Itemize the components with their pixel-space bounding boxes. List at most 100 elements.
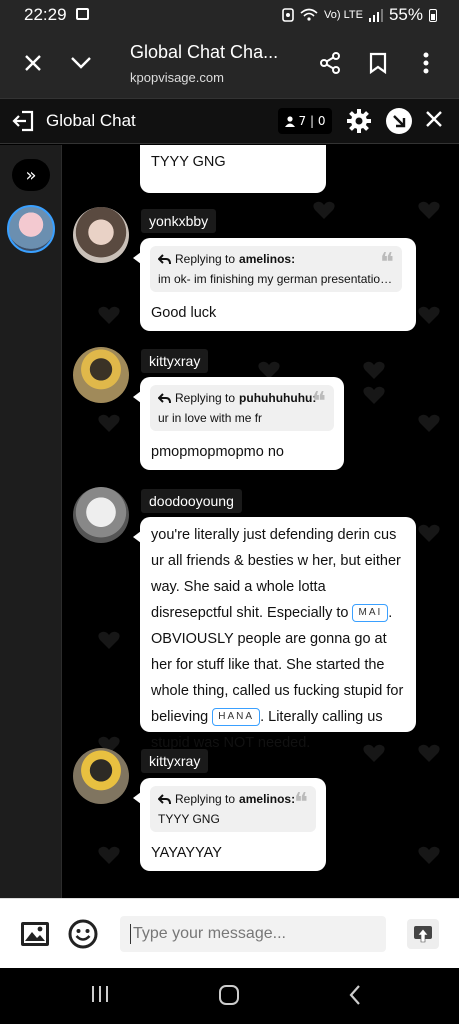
- heart-icon: [418, 414, 440, 432]
- my-avatar[interactable]: [7, 205, 55, 253]
- more-vertical-icon: [423, 52, 429, 74]
- user-avatar[interactable]: [73, 748, 129, 804]
- data-saver-icon: [282, 8, 294, 22]
- home-icon: [219, 985, 239, 1005]
- system-nav-bar: [0, 968, 459, 1024]
- user-avatar[interactable]: [73, 207, 129, 263]
- clock: 22:29: [24, 5, 67, 24]
- heart-icon: [98, 846, 120, 864]
- user-mention[interactable]: HANA: [212, 708, 261, 727]
- message-list[interactable]: TYYY GNG yonkxbby Replying to amelinos: …: [63, 145, 459, 898]
- double-chevron-right-icon: »: [25, 164, 37, 186]
- page-url: kpopvisage.com: [130, 70, 224, 85]
- battery-percent: 55%: [388, 5, 423, 24]
- exit-chat-button[interactable]: [12, 110, 36, 136]
- gallery-notification-icon: [76, 8, 89, 20]
- reply-header: Replying to amelinos:: [158, 792, 308, 806]
- username[interactable]: doodooyoung: [141, 489, 242, 513]
- battery-icon: [429, 8, 437, 22]
- back-button[interactable]: [348, 984, 362, 1010]
- message-text: pmopmopmopmo no: [151, 444, 284, 460]
- heart-icon: [418, 201, 440, 219]
- reply-user: amelinos:: [239, 792, 296, 806]
- bookmark-icon: [369, 52, 387, 74]
- reply-text: TYYY GNG: [158, 812, 220, 826]
- message-input[interactable]: Type your message...: [120, 916, 386, 952]
- recent-apps-icon: [92, 986, 108, 1002]
- username[interactable]: yonkxbby: [141, 209, 217, 233]
- reply-quote[interactable]: Replying to amelinos: TYYY GNG ❝: [150, 786, 316, 832]
- heart-icon: [363, 386, 385, 404]
- heart-icon: [98, 631, 120, 649]
- expand-sidebar-button[interactable]: »: [12, 159, 50, 191]
- message-text: TYYY GNG: [151, 154, 226, 170]
- user-sidebar: »: [0, 145, 62, 898]
- upload-arrow-icon: [414, 926, 432, 943]
- attach-image-button[interactable]: [20, 921, 50, 951]
- message-bubble[interactable]: Replying to amelinos: im ok- im finishin…: [133, 238, 416, 331]
- user-mention[interactable]: MAI: [352, 604, 389, 623]
- send-button[interactable]: [407, 919, 439, 949]
- message-bubble[interactable]: TYYY GNG: [140, 145, 326, 193]
- message-bubble[interactable]: you're literally just defending derin cu…: [133, 517, 416, 751]
- message-bubble[interactable]: Replying to puhuhuhuhu: ur in love with …: [133, 377, 344, 470]
- minimize-button[interactable]: [66, 48, 96, 78]
- user-avatar[interactable]: [73, 487, 129, 543]
- scroll-bottom-button[interactable]: [386, 108, 412, 134]
- heart-icon: [418, 306, 440, 324]
- reply-arrow-icon: [158, 253, 171, 264]
- network-label: Vo) LTE: [324, 9, 363, 21]
- user-avatar[interactable]: [73, 347, 129, 403]
- wifi-icon: [300, 8, 318, 21]
- close-tab-button[interactable]: [18, 48, 48, 78]
- quote-icon: ❝: [294, 788, 308, 818]
- reply-arrow-icon: [158, 793, 171, 804]
- page-title: Global Chat Cha...: [130, 42, 279, 62]
- heart-icon: [418, 524, 440, 542]
- message-text: Good luck: [151, 305, 217, 321]
- status-icons: Vo) LTE 55%: [282, 5, 437, 25]
- close-chat-button[interactable]: [424, 109, 444, 133]
- settings-button[interactable]: [346, 108, 372, 138]
- online-users-button[interactable]: 7 | 0: [278, 108, 332, 134]
- reply-user: amelinos:: [239, 252, 296, 266]
- screen: 22:29 Vo) LTE 55% Global Chat Cha... kpo…: [0, 0, 459, 1024]
- back-icon: [349, 985, 360, 1005]
- reply-prefix: Replying to: [175, 792, 236, 806]
- message-text: you're literally just defending derin cu…: [151, 522, 409, 756]
- arrow-down-right-icon: [393, 115, 406, 128]
- home-button[interactable]: [218, 984, 240, 1010]
- user-icon: [284, 115, 295, 127]
- heart-icon: [98, 414, 120, 432]
- emoji-icon: [68, 919, 98, 949]
- emoji-button[interactable]: [68, 919, 98, 953]
- message-text: YAYAYYAY: [151, 845, 222, 861]
- reply-quote[interactable]: Replying to amelinos: im ok- im finishin…: [150, 246, 402, 292]
- share-button[interactable]: [315, 48, 345, 78]
- signal-icon: [368, 8, 383, 22]
- close-icon: [426, 111, 442, 127]
- quote-icon: ❝: [312, 387, 326, 417]
- chat-header: Global Chat 7 | 0: [0, 98, 459, 144]
- reply-text: ur in love with me fr: [158, 411, 263, 425]
- message-bubble[interactable]: Replying to amelinos: TYYY GNG ❝ YAYAYYA…: [133, 778, 326, 871]
- message-text-part: . OBVIOUSLY people are gonna go at her f…: [151, 605, 404, 725]
- reply-user: puhuhuhuhu:: [239, 391, 317, 405]
- composer-bar: Type your message...: [0, 898, 459, 968]
- heart-icon: [418, 846, 440, 864]
- image-icon: [21, 922, 49, 946]
- reply-quote[interactable]: Replying to puhuhuhuhu: ur in love with …: [150, 385, 334, 431]
- message-input-placeholder: Type your message...: [133, 925, 286, 942]
- username[interactable]: kittyxray: [141, 749, 209, 773]
- recent-apps-button[interactable]: [90, 984, 110, 1008]
- more-options-button[interactable]: [411, 48, 441, 78]
- reply-header: Replying to amelinos:: [158, 252, 394, 266]
- heart-icon: [98, 306, 120, 324]
- close-icon: [25, 55, 41, 71]
- reply-arrow-icon: [158, 392, 171, 403]
- browser-toolbar: Global Chat Cha... kpopvisage.com: [0, 30, 459, 98]
- exit-icon: [12, 110, 34, 132]
- username[interactable]: kittyxray: [141, 349, 209, 373]
- bookmark-button[interactable]: [363, 48, 393, 78]
- quote-icon: ❝: [380, 248, 394, 278]
